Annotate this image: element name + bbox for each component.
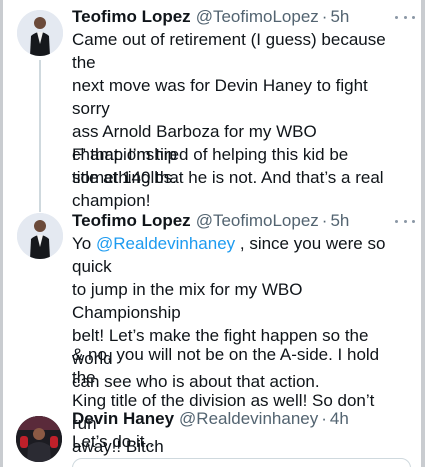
author-name[interactable]: Teofimo Lopez	[72, 7, 191, 27]
tweet-header: Teofimo Lopez @TeofimoLopez · 5h	[72, 5, 413, 29]
tweet-text: Let’s do it..	[72, 432, 154, 451]
author-handle[interactable]: @TeofimoLopez	[196, 7, 319, 27]
avatar[interactable]	[17, 213, 63, 259]
text-prefix: Yo	[72, 234, 96, 253]
author-handle[interactable]: @TeofimoLopez	[196, 211, 319, 231]
timestamp[interactable]: 5h	[330, 211, 349, 231]
separator-dot: ·	[321, 409, 327, 428]
avatar[interactable]	[17, 10, 63, 56]
tweet-thread: Teofimo Lopez @TeofimoLopez · 5h Came ou…	[0, 0, 425, 467]
tweet-text: F’ that. I’m tired of helping this kid b…	[72, 145, 384, 210]
separator-dot: ·	[321, 211, 328, 230]
mention-link[interactable]: @Realdevinhaney	[96, 234, 235, 253]
more-horizontal-icon[interactable]	[395, 211, 415, 231]
timestamp[interactable]: 4h	[330, 409, 349, 429]
author-handle[interactable]: @Realdevinhaney	[179, 409, 318, 429]
author-name[interactable]: Teofimo Lopez	[72, 211, 191, 231]
avatar[interactable]	[16, 416, 62, 462]
tweet-1[interactable]: Teofimo Lopez @TeofimoLopez · 5h Came ou…	[3, 0, 421, 210]
tweet-2[interactable]: Teofimo Lopez @TeofimoLopez · 5h Yo @Rea…	[3, 205, 421, 456]
timestamp[interactable]: 5h	[330, 7, 349, 27]
author-name[interactable]: Devin Haney	[72, 409, 174, 429]
more-horizontal-icon[interactable]	[395, 7, 415, 27]
embedded-card[interactable]	[72, 458, 411, 467]
tweet-header: Teofimo Lopez @TeofimoLopez · 5h	[72, 209, 413, 233]
separator-dot: ·	[321, 7, 328, 26]
thread-line	[39, 60, 41, 205]
tweet-header: Devin Haney @Realdevinhaney · 4h	[72, 407, 413, 431]
thread-line	[39, 205, 41, 212]
